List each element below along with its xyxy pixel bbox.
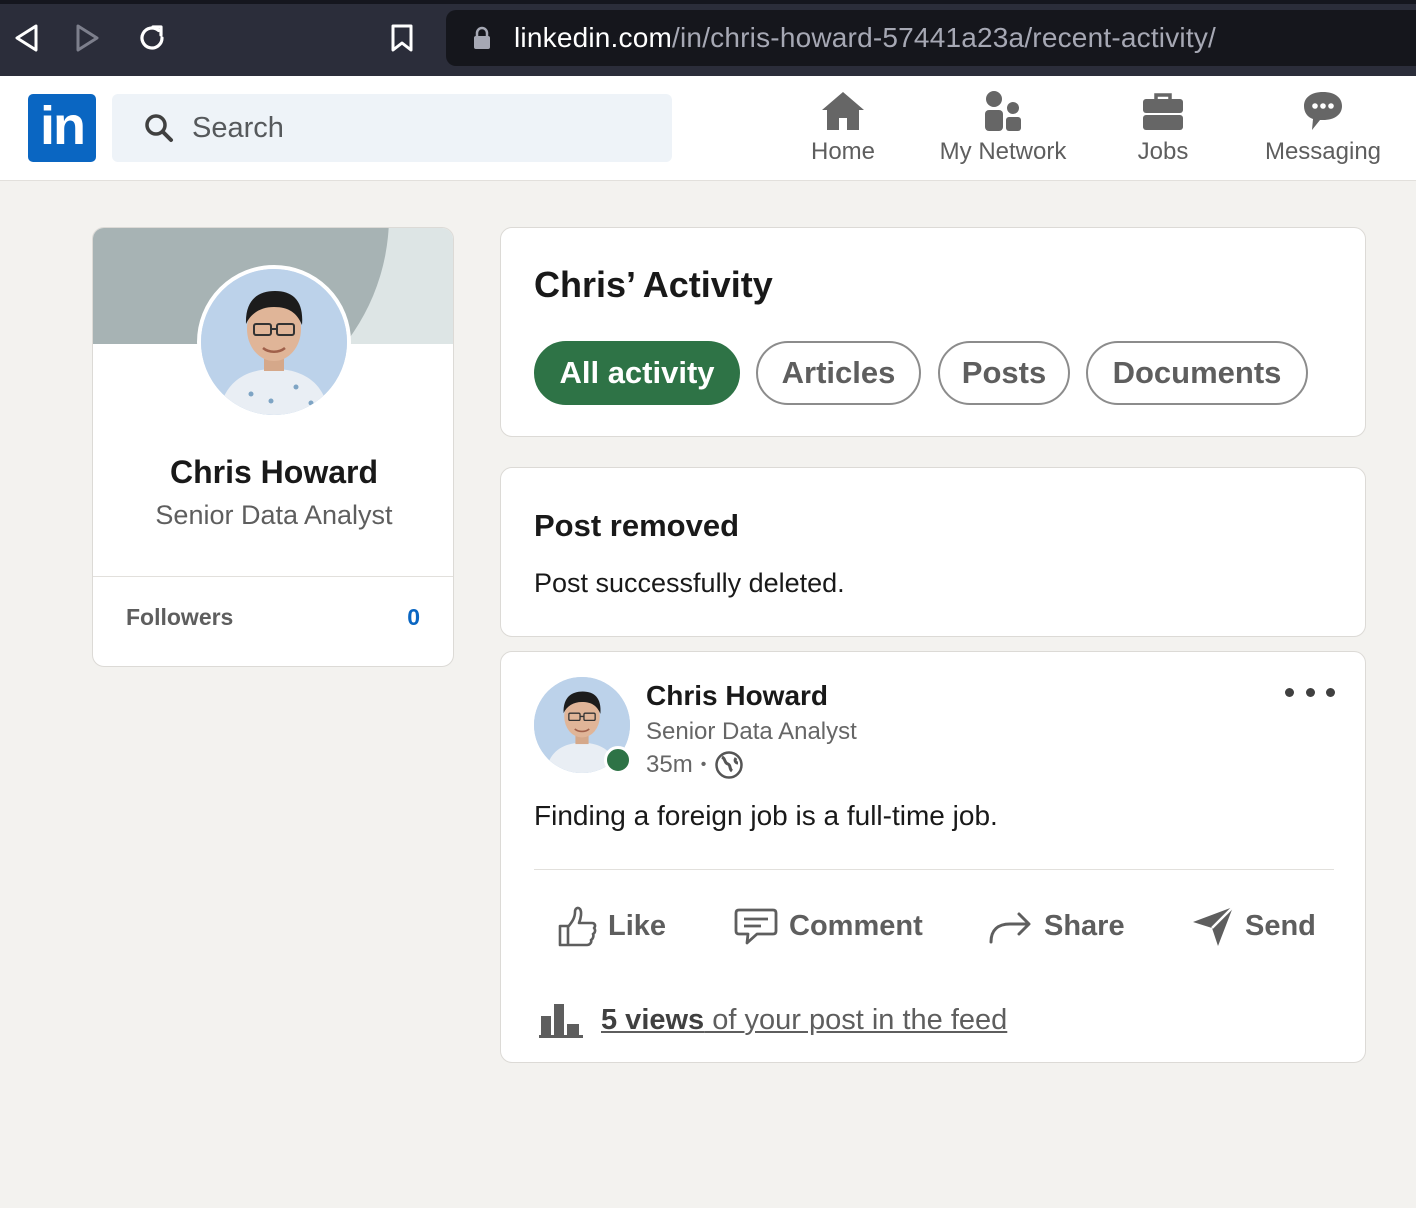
more-dot-icon [1326, 687, 1335, 697]
forward-button[interactable] [70, 20, 106, 56]
activity-title: Chris’ Activity [534, 264, 773, 305]
lock-icon [474, 26, 490, 49]
back-button[interactable] [8, 20, 44, 56]
nav-jobs-label: Jobs [1137, 138, 1189, 165]
share-label: Share [1044, 909, 1125, 942]
reload-icon [140, 25, 164, 50]
divider [93, 576, 453, 577]
share-arrow-icon [989, 912, 1031, 944]
post-more-options-button[interactable] [1285, 682, 1335, 702]
thumbs-up-icon [558, 906, 597, 947]
send-label: Send [1245, 909, 1316, 942]
notice-title: Post removed [534, 508, 740, 543]
search-placeholder: Search [192, 112, 284, 144]
browser-toolbar: linkedin.com/in/chris-howard-57441a23a/r… [0, 0, 1416, 76]
like-label: Like [608, 909, 667, 942]
send-button[interactable]: Send [1191, 900, 1316, 952]
comment-icon [734, 908, 778, 945]
linkedin-logo[interactable]: in [28, 94, 96, 162]
comment-label: Comment [789, 909, 923, 942]
network-icon [985, 91, 1021, 131]
search-icon [145, 114, 173, 142]
activity-card: Chris’ Activity All activity Articles Po… [500, 227, 1366, 437]
filter-documents[interactable]: Documents [1086, 341, 1308, 405]
post-removed-notice: Post removed Post successfully deleted. [500, 467, 1366, 637]
messaging-icon [1304, 92, 1342, 130]
nav-my-network[interactable]: My Network [923, 86, 1083, 172]
forward-arrow-icon [76, 24, 99, 52]
nav-home[interactable]: Home [763, 86, 923, 172]
nav-home-label: Home [810, 138, 876, 165]
online-status-dot [604, 746, 632, 774]
filter-articles[interactable]: Articles [756, 341, 921, 405]
filter-posts[interactable]: Posts [938, 341, 1070, 405]
search-input[interactable]: Search [112, 94, 672, 162]
bar-chart-icon [539, 1004, 583, 1038]
post-meta: 35m • [646, 750, 744, 780]
views-count: 5 views [601, 1003, 705, 1036]
followers-label[interactable]: Followers [126, 604, 233, 631]
post-views: 5 views of your post in the feed [539, 1002, 1007, 1038]
post-author-name[interactable]: Chris Howard [646, 680, 828, 712]
filter-all-activity[interactable]: All activity [534, 341, 740, 405]
url-text: linkedin.com/in/chris-howard-57441a23a/r… [514, 22, 1216, 54]
profile-avatar[interactable] [197, 265, 351, 419]
post-card: Chris Howard Senior Data Analyst 35m • F… [500, 651, 1366, 1063]
profile-headline: Senior Data Analyst [155, 500, 393, 530]
reload-button[interactable] [134, 20, 170, 56]
tab-strip-edge [0, 0, 1416, 4]
nav-my-network-label: My Network [939, 138, 1067, 165]
more-dot-icon [1305, 687, 1315, 697]
notice-message: Post successfully deleted. [534, 568, 845, 598]
more-dot-icon [1285, 687, 1294, 697]
post-timestamp[interactable]: 35m [646, 751, 693, 779]
back-arrow-icon [15, 24, 38, 52]
post-views-link[interactable]: 5 views of your post in the feed [601, 1004, 1007, 1037]
meta-separator: • [700, 756, 707, 773]
globe-icon [715, 751, 744, 779]
bookmark-button[interactable] [384, 20, 420, 56]
comment-button[interactable]: Comment [733, 900, 923, 952]
address-bar[interactable]: linkedin.com/in/chris-howard-57441a23a/r… [446, 10, 1416, 66]
avatar-portrait-icon [201, 269, 347, 415]
share-button[interactable]: Share [988, 900, 1125, 952]
home-icon [822, 92, 864, 130]
linkedin-header: in Search Home My Network Jobs Messaging [0, 76, 1416, 181]
post-author-headline: Senior Data Analyst [646, 718, 857, 745]
nav-messaging-label: Messaging [1264, 138, 1382, 165]
post-text: Finding a foreign job is a full-time job… [534, 800, 998, 831]
followers-count[interactable]: 0 [407, 604, 420, 631]
profile-name[interactable]: Chris Howard [93, 454, 453, 491]
divider [534, 869, 1334, 870]
url-path: /in/chris-howard-57441a23a/recent-activi… [672, 22, 1217, 53]
url-domain: linkedin.com [514, 22, 673, 53]
paper-plane-icon [1193, 906, 1234, 946]
bookmark-icon [391, 24, 413, 52]
views-suffix: of your post in the feed [704, 1003, 1008, 1036]
profile-card: Chris Howard Senior Data Analyst Followe… [92, 227, 454, 667]
nav-messaging[interactable]: Messaging [1243, 86, 1403, 172]
briefcase-icon [1143, 93, 1183, 130]
like-button[interactable]: Like [556, 900, 666, 952]
nav-jobs[interactable]: Jobs [1083, 86, 1243, 172]
